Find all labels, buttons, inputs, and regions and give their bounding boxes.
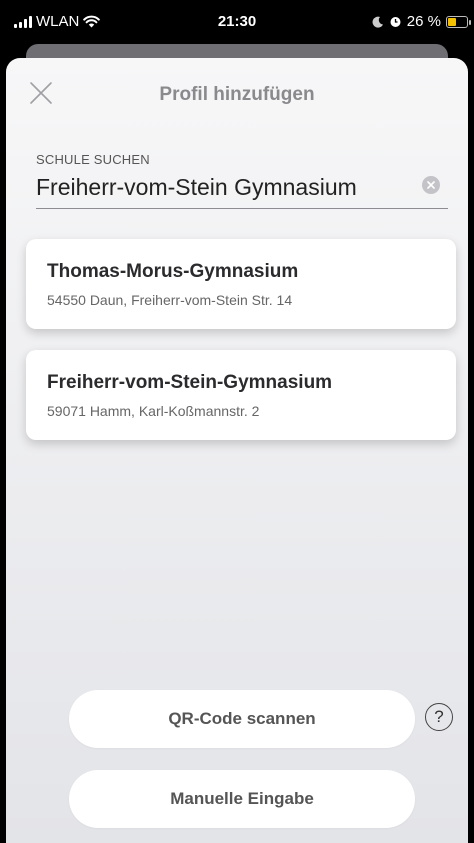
status-bar-right: 26 %	[372, 13, 471, 30]
alarm-icon	[390, 17, 401, 27]
status-bar: WLAN 21:30 26 %	[0, 0, 474, 44]
school-result-card[interactable]: Thomas-Morus-Gymnasium 54550 Daun, Freih…	[26, 239, 456, 329]
school-search-field	[36, 168, 448, 209]
search-label: SCHULE SUCHEN	[36, 152, 150, 167]
manual-entry-button[interactable]: Manuelle Eingabe	[69, 770, 415, 828]
clear-search-button[interactable]	[422, 176, 440, 194]
school-address: 54550 Daun, Freiherr-vom-Stein Str. 14	[47, 292, 293, 308]
school-result-card[interactable]: Freiherr-vom-Stein-Gymnasium 59071 Hamm,…	[26, 350, 456, 440]
school-name: Freiherr-vom-Stein-Gymnasium	[47, 372, 333, 393]
scan-qr-button[interactable]: QR-Code scannen	[69, 690, 415, 748]
school-search-input[interactable]	[36, 174, 396, 201]
school-name: Thomas-Morus-Gymnasium	[47, 261, 299, 282]
school-address: 59071 Hamm, Karl-Koßmannstr. 2	[47, 403, 260, 419]
help-icon[interactable]: ?	[425, 703, 453, 731]
sheet-title: Profil hinzufügen	[159, 84, 315, 105]
clear-icon	[427, 181, 435, 189]
battery-icon	[446, 15, 471, 28]
battery-percent: 26 %	[406, 13, 441, 30]
moon-icon	[372, 16, 383, 28]
add-profile-sheet: Profil hinzufügen SCHULE SUCHEN Thomas-M…	[6, 58, 468, 843]
